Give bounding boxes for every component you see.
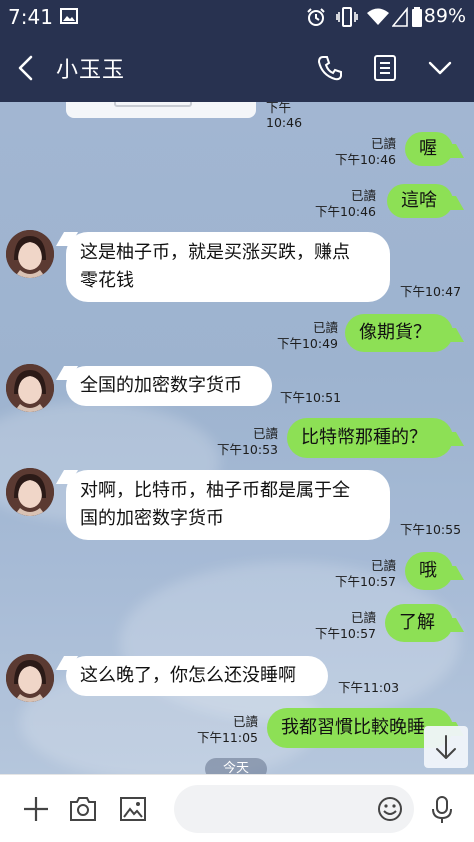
chat-area[interactable]: 下午10:46 已讀 下午10:46 喔 已讀 下午10:46 這啥 这是柚子币… [0,102,474,774]
image-icon [60,8,78,24]
vibrate-icon [336,7,358,27]
back-icon[interactable] [14,54,40,82]
camera-icon[interactable] [68,795,98,823]
message-bubble-sent[interactable]: 了解 [385,604,453,642]
notes-icon[interactable] [372,54,398,82]
message-time: 下午10:46 [314,204,376,219]
message-bubble-sent[interactable]: 比特幣那種的？ [287,418,453,458]
read-status: 已讀 [370,136,396,151]
message-time: 下午10:51 [280,390,342,405]
battery-icon [412,7,422,27]
avatar[interactable] [6,654,54,702]
message-time: 下午11:05 [196,730,258,745]
gallery-icon[interactable] [118,795,148,823]
avatar-image [6,364,54,412]
scroll-down-button[interactable] [424,726,468,768]
message-time: 下午10:53 [216,442,278,457]
phone-icon[interactable] [316,54,344,82]
read-status: 已讀 [350,610,376,625]
mic-icon[interactable] [430,795,454,825]
avatar[interactable] [6,230,54,278]
message-bubble-sent[interactable]: 像期貨？ [345,314,453,352]
avatar-image [6,654,54,702]
message-time: 下午10:55 [400,522,462,537]
message-line: 这是柚子币，就是买涨买跌，赚点 [80,242,350,263]
message-bubble-received[interactable]: 对啊，比特币，柚子币都是属于全 国的加密数字货币 [66,470,390,540]
signal-icon [392,7,408,27]
read-status: 已讀 [232,714,258,729]
message-line: 对啊，比特币，柚子币都是属于全 [80,480,350,501]
message-time: 下午10:57 [334,574,396,589]
message-time: 下午10:49 [276,336,338,351]
avatar[interactable] [6,468,54,516]
date-separator: 今天 [205,758,267,774]
card-placeholder [114,102,192,107]
chat-title: 小玉玉 [56,58,126,83]
read-status: 已讀 [350,188,376,203]
status-time: 7:41 [8,5,53,29]
chevron-down-icon[interactable] [426,54,454,82]
alarm-icon [307,8,325,26]
arrow-down-icon [436,735,456,759]
chat-header: 小玉玉 [0,34,474,102]
read-status: 已讀 [312,320,338,335]
wifi-icon [367,8,389,25]
message-time: 下午11:03 [338,680,400,695]
previous-message-card[interactable] [66,102,256,118]
message-line: 零花钱 [80,270,134,291]
avatar-image [6,468,54,516]
message-bubble-received[interactable]: 这是柚子币，就是买涨买跌，赚点 零花钱 [66,232,390,302]
read-status: 已讀 [252,426,278,441]
battery-percent: 89% [423,5,466,27]
message-line: 国的加密数字货币 [80,508,224,529]
message-time: 下午10:47 [400,284,462,299]
read-status: 已讀 [370,558,396,573]
message-bubble-received[interactable]: 全国的加密数字货币 [66,366,272,406]
emoji-icon[interactable] [376,795,404,823]
avatar-image [6,230,54,278]
status-bar: 7:41 89% [0,0,474,34]
input-bar [0,774,474,842]
avatar[interactable] [6,364,54,412]
message-time: 下午10:57 [314,626,376,641]
plus-icon[interactable] [22,795,50,823]
message-bubble-received[interactable]: 这么晚了，你怎么还没睡啊 [66,656,328,696]
message-time: 下午10:46 [266,102,303,130]
message-bubble-sent[interactable]: 這啥 [387,184,453,218]
message-time: 下午10:46 [334,152,396,167]
